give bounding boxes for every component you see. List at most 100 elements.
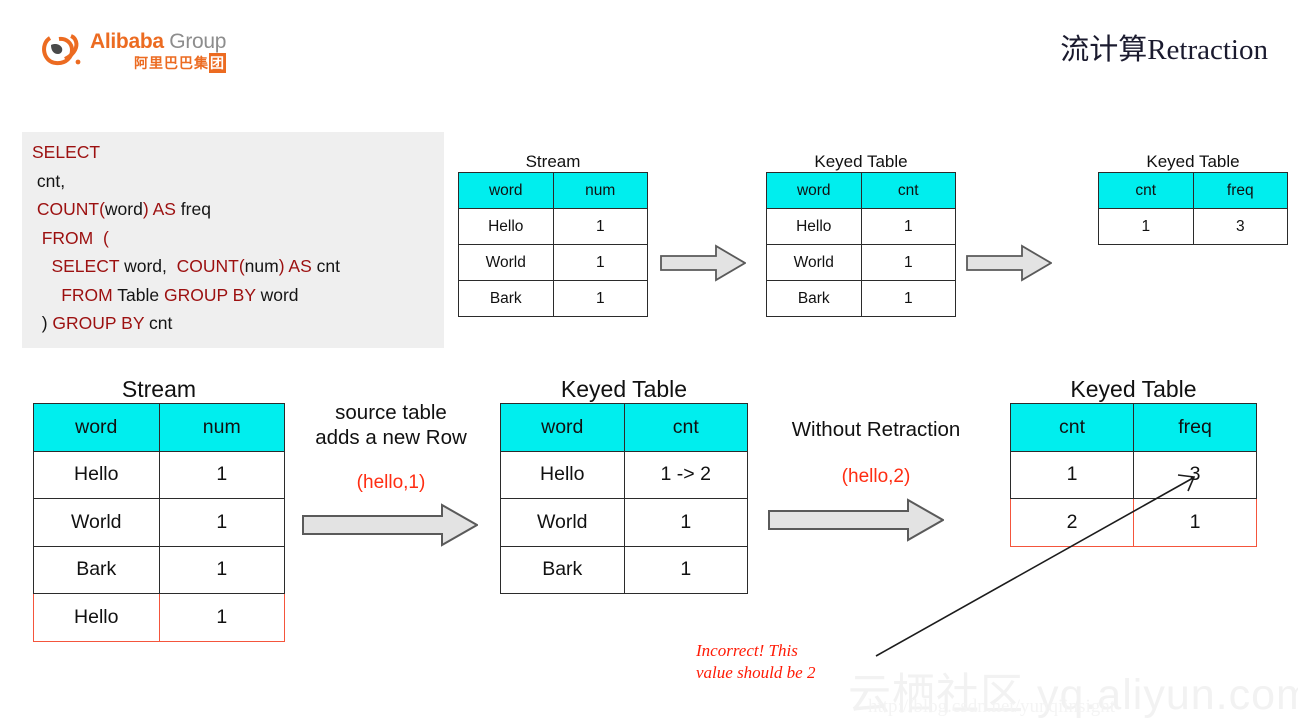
sql-keyword: FROM ( (41, 227, 109, 248)
annotation-source-table: source table adds a new Row (315, 401, 467, 449)
block-arrow-right-icon (302, 503, 478, 547)
table-stream-top: Stream word num Hello 1 World 1 Bark 1 (458, 152, 648, 317)
sql-identifier (32, 228, 42, 248)
block-arrow-right-icon (966, 244, 1052, 282)
sql-identifier: freq (180, 199, 211, 219)
table-cell: World (458, 244, 554, 281)
table-cell: 1 (552, 208, 648, 245)
table-cell: Hello (458, 208, 554, 245)
table-cell: Hello (33, 450, 160, 499)
sql-identifier: Table (117, 284, 164, 305)
table-cell: Bark (33, 545, 160, 594)
table-header-cell: cnt (1098, 172, 1194, 209)
annotation-source-tuple: (hello,1) (356, 472, 426, 493)
table-keyed-top: Keyed Table word cnt Hello 1 World 1 Bark 1 (766, 152, 956, 317)
annotation-incorrect-note: Incorrect! This value should be 2 (696, 641, 816, 682)
sql-line: COUNT(word) AS freq (32, 195, 340, 224)
block-arrow-right-icon (660, 244, 746, 282)
table-header-cell: cnt (860, 172, 956, 209)
table-row: World 1 (458, 244, 648, 281)
table-cell: 1 (158, 593, 285, 642)
table-cell: 1 (860, 244, 956, 281)
table-header-cell: freq (1133, 403, 1257, 452)
sql-identifier: word (260, 284, 299, 305)
page-title: 流计算Retraction (1060, 34, 1268, 66)
table-header-cell: word (458, 172, 554, 209)
table-cell: 1 (158, 498, 285, 547)
logo-brand-cn-text: 阿里巴巴集 (134, 55, 209, 71)
sql-identifier: ) (32, 313, 53, 333)
table-cell: 1 (158, 545, 285, 594)
table-title: Keyed Table (1146, 152, 1240, 171)
sql-keyword: SELECT (51, 256, 125, 276)
logo-brand-en: Alibaba (90, 30, 164, 53)
sql-keyword: COUNT( (176, 256, 245, 276)
table-row: World 1 (766, 244, 956, 281)
alibaba-group-logo: Alibaba Group 阿里巴巴集团 (42, 28, 232, 76)
table-grid: word num Hello 1 World 1 Bark 1 (458, 172, 648, 317)
table-header-row: word num (33, 403, 285, 452)
table-header-row: cnt freq (1010, 403, 1257, 452)
table-row: Hello 1 (458, 208, 648, 245)
watermark-url: http://blog.csdn.net/yunqiinsight (868, 696, 1115, 717)
table-cell: 1 (552, 244, 648, 281)
table-header-cell: word (766, 172, 862, 209)
table-cell: Bark (500, 545, 625, 594)
sql-line: FROM ( (32, 224, 340, 253)
sql-line: SELECT word, COUNT(num) AS cnt (32, 252, 340, 281)
table-title: Keyed Table (560, 376, 688, 402)
sql-code-block: SELECT cnt, COUNT(word) AS freq FROM ( S… (22, 132, 444, 348)
sql-identifier (32, 285, 61, 305)
table-title: Stream (121, 376, 197, 402)
alibaba-swirl-logo-icon (42, 32, 88, 68)
table-header-cell: word (33, 403, 160, 452)
sql-keyword: GROUP BY (163, 284, 261, 305)
table-stream-bottom: Stream word num Hello 1 World 1 Bark 1 Hello 1 (33, 376, 285, 642)
table-cell: Bark (766, 280, 862, 317)
table-cell: Hello (33, 593, 160, 642)
table-header-cell: num (158, 403, 285, 452)
sql-keyword: ) AS (142, 199, 181, 219)
table-cell: Bark (458, 280, 554, 317)
table-cell: 1 (552, 280, 648, 317)
sql-keyword: GROUP BY (52, 313, 150, 333)
table-header-cell: word (500, 403, 625, 452)
sql-code-text: SELECT cnt, COUNT(word) AS freq FROM ( S… (32, 138, 340, 338)
sql-identifier: word (104, 199, 143, 219)
table-freq-top: Keyed Table cnt freq 1 3 (1098, 152, 1288, 245)
sql-identifier (32, 256, 51, 276)
table-grid: word cnt Hello 1 World 1 Bark 1 (766, 172, 956, 317)
table-title: Keyed Table (814, 152, 908, 171)
table-cell: World (500, 498, 625, 547)
table-cell: 1 (860, 280, 956, 317)
sql-identifier: num (244, 256, 279, 276)
sql-keyword: ) AS (278, 256, 317, 276)
table-title: Keyed Table (1070, 376, 1197, 402)
table-grid: word num Hello 1 World 1 Bark 1 Hello 1 (33, 403, 285, 642)
table-row: 13 (1098, 208, 1288, 245)
table-row: Bark 1 (33, 545, 285, 594)
table-header-row: cnt freq (1098, 172, 1288, 209)
sql-keyword: SELECT (32, 142, 101, 162)
table-row: Bark 1 (458, 280, 648, 317)
table-header-cell: num (552, 172, 648, 209)
table-row: Hello 1 (766, 208, 956, 245)
sql-line: ) GROUP BY cnt (32, 309, 340, 338)
table-row: Hello 1 (33, 593, 285, 642)
table-header-row: word num (458, 172, 648, 209)
table-grid: cnt freq 1 3 (1098, 172, 1288, 245)
table-cell: 1 (1098, 208, 1194, 245)
sql-line: cnt, (32, 167, 340, 196)
table-cell: Hello (766, 208, 862, 245)
table-cell: Hello (500, 450, 625, 499)
sql-identifier: word, (124, 256, 177, 276)
sql-identifier: cnt, (32, 170, 66, 191)
sql-line: FROM Table GROUP BY word (32, 281, 340, 310)
logo-brand-cn: 阿里巴巴集团 (134, 53, 226, 73)
sql-line: SELECT (32, 138, 340, 167)
table-cell: 3 (1192, 208, 1288, 245)
table-cell: World (33, 498, 160, 547)
table-cell: 1 (158, 450, 285, 499)
table-header-cell: freq (1192, 172, 1288, 209)
table-header-cell: cnt (623, 403, 748, 452)
